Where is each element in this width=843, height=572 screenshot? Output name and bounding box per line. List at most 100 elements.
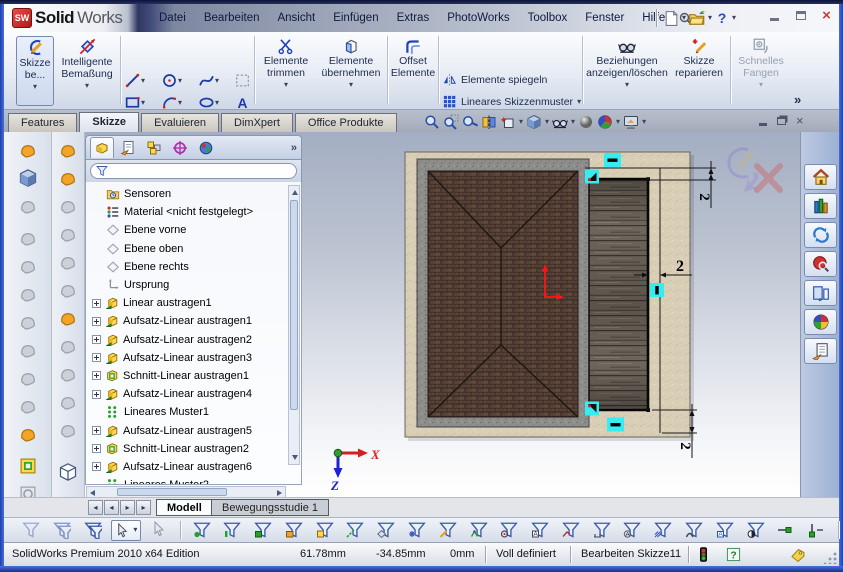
dropdown-icon[interactable]: ▾ bbox=[519, 118, 523, 126]
roof-tiles[interactable] bbox=[428, 171, 578, 417]
filter-connection-points-icon[interactable] bbox=[808, 521, 826, 539]
filter-weld-beads-icon[interactable] bbox=[685, 521, 703, 539]
smart-dimension-button[interactable]: IntelligenteBemaßung ▾ bbox=[56, 36, 118, 106]
dropdown-icon[interactable]: ▾ bbox=[616, 118, 620, 126]
solidworks-resources-button[interactable] bbox=[804, 164, 837, 190]
zoom-to-area-icon[interactable] bbox=[443, 114, 459, 130]
view-settings-icon[interactable] bbox=[623, 114, 639, 130]
appearances-button[interactable] bbox=[804, 309, 837, 335]
sketch-text-tool[interactable] bbox=[234, 94, 251, 111]
filter-centerline-icon[interactable] bbox=[562, 521, 580, 539]
manager-overflow-icon[interactable]: » bbox=[291, 142, 297, 154]
dropdown-icon[interactable]: ▾ bbox=[571, 118, 575, 126]
arc-tool[interactable]: ▾ bbox=[161, 94, 182, 111]
help-icon[interactable] bbox=[714, 10, 730, 26]
tree-item-schnitt2[interactable]: Schnitt-Linear austragen2 bbox=[86, 440, 301, 458]
select-region-tool[interactable] bbox=[234, 72, 251, 89]
line-tool[interactable]: ▾ bbox=[124, 72, 145, 89]
sketch-exit-button[interactable]: Skizzebe... ▾ bbox=[16, 36, 54, 106]
doc-restore-button[interactable] bbox=[777, 117, 786, 125]
dropdown-icon[interactable]: ▾ bbox=[284, 81, 288, 89]
maximize-button[interactable] bbox=[792, 8, 809, 23]
filter-balance-icon[interactable] bbox=[747, 521, 765, 539]
dropdown-icon[interactable]: ▾ bbox=[33, 83, 37, 91]
rectangle-tool[interactable]: ▾ bbox=[124, 94, 145, 111]
filter-vertices-icon[interactable] bbox=[193, 521, 211, 539]
filter-sketches-icon[interactable] bbox=[439, 521, 457, 539]
expand-icon[interactable] bbox=[92, 462, 101, 471]
linear-sketch-pattern-button[interactable]: Lineares Skizzenmuster ▾ bbox=[442, 94, 581, 109]
tree-item-sensoren[interactable]: Sensoren bbox=[86, 185, 301, 203]
tree-item-aufsatz4[interactable]: Aufsatz-Linear austragen4 bbox=[86, 385, 301, 403]
next-tab-button[interactable]: ▸ bbox=[120, 500, 135, 515]
ribbon-overflow-icon[interactable]: » bbox=[794, 92, 801, 107]
menu-ansicht[interactable]: Ansicht bbox=[268, 10, 324, 26]
scrollbar-thumb[interactable] bbox=[290, 200, 298, 410]
tree-item-material[interactable]: Material <nicht festgelegt> bbox=[86, 203, 301, 221]
select-tool-button[interactable]: ▾ bbox=[111, 520, 141, 541]
tree-item-aufsatz1[interactable]: Aufsatz-Linear austragen1 bbox=[86, 312, 301, 330]
offset-entities-button[interactable]: OffsetElemente bbox=[389, 36, 437, 106]
filter-datums-icon[interactable]: A bbox=[716, 521, 734, 539]
menu-fenster[interactable]: Fenster bbox=[576, 10, 633, 26]
menu-extras[interactable]: Extras bbox=[388, 10, 439, 26]
filter-sketch-points-icon[interactable] bbox=[408, 521, 426, 539]
last-tab-button[interactable]: ▸ bbox=[136, 500, 151, 515]
display-delete-relations-button[interactable]: Beziehungenanzeigen/löschen ▾ bbox=[585, 36, 669, 106]
dropdown-icon[interactable]: ▾ bbox=[85, 82, 89, 90]
apply-scene-icon[interactable] bbox=[597, 114, 613, 130]
clear-filter-icon[interactable] bbox=[53, 521, 71, 539]
repair-sketch-button[interactable]: Skizzereparieren bbox=[671, 36, 727, 106]
filter-sketch-segments-icon[interactable] bbox=[470, 521, 488, 539]
circle-tool[interactable]: ▾ bbox=[161, 72, 182, 89]
clear-all-filters-icon[interactable] bbox=[22, 521, 40, 539]
previous-view-icon[interactable] bbox=[460, 111, 481, 132]
new-document-icon[interactable] bbox=[663, 10, 680, 27]
menu-toolbox[interactable]: Toolbox bbox=[519, 10, 577, 26]
expand-icon[interactable] bbox=[92, 317, 101, 326]
dropdown-icon[interactable]: ▾ bbox=[133, 526, 137, 534]
filter-edges-icon[interactable] bbox=[223, 521, 241, 539]
dropdown-icon[interactable]: ▾ bbox=[577, 98, 581, 106]
dropdown-icon[interactable]: ▾ bbox=[625, 81, 629, 89]
menu-photoworks[interactable]: PhotoWorks bbox=[438, 10, 518, 26]
anchor-feature-icon[interactable] bbox=[18, 424, 38, 444]
mirror-entities-button[interactable]: Elemente spiegeln bbox=[442, 72, 547, 87]
tree-filter-input[interactable] bbox=[90, 163, 297, 179]
minimize-button[interactable] bbox=[766, 8, 783, 23]
filter-faces-icon[interactable] bbox=[254, 521, 272, 539]
tree-item-ursprung[interactable]: Ursprung bbox=[86, 276, 301, 294]
tree-item-lineares-muster1[interactable]: Lineares Muster1 bbox=[86, 403, 301, 421]
tree-item-aufsatz2[interactable]: Aufsatz-Linear austragen2 bbox=[86, 331, 301, 349]
ellipse-tool[interactable]: ▾ bbox=[198, 94, 219, 111]
cut-extrude-icon[interactable] bbox=[18, 456, 38, 476]
filter-center-marks-icon[interactable]: A bbox=[531, 521, 549, 539]
view-orientation-icon[interactable] bbox=[500, 114, 516, 130]
menu-bearbeiten[interactable]: Bearbeiten bbox=[195, 10, 269, 26]
expand-icon[interactable] bbox=[92, 335, 101, 344]
tag-icon[interactable] bbox=[790, 547, 806, 563]
open-document-icon[interactable] bbox=[688, 9, 706, 27]
tab-evaluieren[interactable]: Evaluieren bbox=[141, 113, 219, 132]
zoom-to-fit-icon[interactable] bbox=[424, 114, 440, 130]
filter-hatch-icon[interactable] bbox=[654, 521, 672, 539]
solidworks-search-button[interactable] bbox=[804, 251, 837, 277]
help-dropdown-icon[interactable]: ▾ bbox=[732, 14, 736, 22]
prev-tab-button[interactable]: ◂ bbox=[104, 500, 119, 515]
tree-item-aufsatz3[interactable]: Aufsatz-Linear austragen3 bbox=[86, 349, 301, 367]
tree-item-ebene-rechts[interactable]: Ebene rechts bbox=[86, 258, 301, 276]
tab-dimxpertmanager[interactable] bbox=[168, 137, 192, 158]
first-tab-button[interactable]: ◂ bbox=[88, 500, 103, 515]
expand-icon[interactable] bbox=[92, 444, 101, 453]
menu-datei[interactable]: Datei bbox=[150, 10, 195, 26]
filter-midpoints-icon[interactable] bbox=[500, 521, 518, 539]
swept-boss-icon[interactable] bbox=[18, 140, 38, 160]
open-dropdown-icon[interactable]: ▾ bbox=[708, 14, 712, 22]
doc-close-button[interactable]: × bbox=[796, 113, 804, 128]
section-view-icon[interactable] bbox=[481, 114, 497, 130]
design-library-button[interactable] bbox=[804, 193, 837, 219]
file-explorer-button[interactable] bbox=[804, 222, 837, 248]
expand-icon[interactable] bbox=[92, 299, 101, 308]
tab-configurationmanager[interactable] bbox=[142, 137, 166, 158]
filter-annotations-icon[interactable]: A bbox=[623, 521, 641, 539]
